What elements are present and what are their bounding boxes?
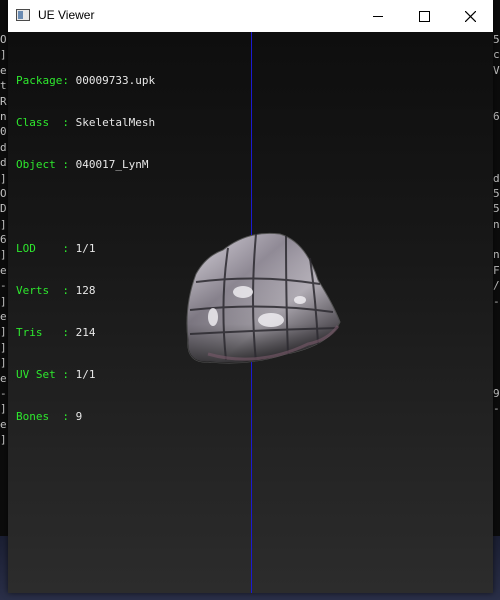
console-fragment: D <box>0 202 7 216</box>
background-console-left: O] e t Rn 0 d d] O D] 6] e -] e]]] e -] e] <box>0 32 8 592</box>
console-fragment: e <box>0 371 7 385</box>
console-fragment: 6 <box>0 233 7 247</box>
minimize-icon <box>373 15 383 17</box>
console-fragment <box>493 417 500 432</box>
console-fragment: - <box>493 294 500 308</box>
console-fragment: n <box>493 217 500 231</box>
console-fragment: ] <box>0 340 7 354</box>
console-fragment: 9 <box>493 386 500 400</box>
console-fragment <box>493 371 500 386</box>
background-console-right: 5 c V 6 d 5 5 n n F / -9- <box>493 32 500 592</box>
console-fragment: t <box>0 79 7 93</box>
ue-viewer-window: UE Viewer Package: 00009733.upk Class : … <box>8 0 493 593</box>
console-fragment: ] <box>0 325 7 339</box>
console-fragment: ] <box>0 48 7 62</box>
console-fragment <box>493 94 500 109</box>
console-fragment: - <box>0 386 7 400</box>
close-icon <box>464 10 476 22</box>
console-fragment <box>493 232 500 247</box>
info-package: Package: 00009733.upk <box>16 74 156 87</box>
title-bar[interactable]: UE Viewer <box>8 0 493 32</box>
console-fragment: d <box>493 171 500 185</box>
console-fragment: ] <box>0 294 7 308</box>
console-fragment: V <box>493 63 500 77</box>
console-fragment: ] <box>0 217 7 231</box>
console-fragment: e <box>0 310 7 324</box>
3d-viewport[interactable]: Package: 00009733.upk Class : SkeletalMe… <box>8 32 493 593</box>
console-fragment: ] <box>0 433 7 447</box>
info-verts: Verts : 128 <box>16 284 96 297</box>
console-fragment: 5 <box>493 186 500 200</box>
info-object: Object : 040017_LynM <box>16 158 149 171</box>
close-button[interactable] <box>447 0 493 32</box>
console-fragment: F <box>493 263 500 277</box>
console-fragment <box>493 340 500 355</box>
console-fragment <box>493 355 500 370</box>
console-fragment: ] <box>0 171 7 185</box>
console-fragment: O <box>0 33 7 46</box>
skeletal-mesh-render <box>186 232 341 364</box>
info-tris: Tris : 214 <box>16 326 96 339</box>
console-fragment: ] <box>0 356 7 370</box>
maximize-icon <box>418 10 430 22</box>
app-icon <box>16 9 30 21</box>
console-fragment <box>493 432 500 447</box>
console-fragment: - <box>493 402 500 416</box>
console-fragment <box>493 155 500 170</box>
maximize-button[interactable] <box>401 0 447 32</box>
console-fragment: / <box>493 279 500 293</box>
console-fragment: O <box>0 186 7 200</box>
console-fragment: 0 <box>0 125 7 139</box>
console-fragment: e <box>0 417 7 431</box>
console-fragment: n <box>493 248 500 262</box>
console-fragment: 6 <box>493 109 500 123</box>
console-fragment <box>493 309 500 324</box>
console-fragment: 5 <box>493 202 500 216</box>
console-fragment <box>493 78 500 93</box>
info-lod: LOD : 1/1 <box>16 242 96 255</box>
console-fragment: d <box>0 156 7 170</box>
console-fragment: 5 <box>493 33 500 46</box>
info-bones: Bones : 9 <box>16 410 83 423</box>
console-fragment: e <box>0 263 7 277</box>
console-fragment: - <box>0 279 7 293</box>
console-fragment: n <box>0 109 7 123</box>
console-fragment: c <box>493 48 500 62</box>
console-fragment: e <box>0 63 7 77</box>
console-fragment: ] <box>0 402 7 416</box>
console-fragment: ] <box>0 248 7 262</box>
minimize-button[interactable] <box>355 0 401 32</box>
console-fragment <box>493 124 500 139</box>
console-fragment <box>493 324 500 339</box>
window-title: UE Viewer <box>38 8 95 22</box>
console-fragment <box>493 140 500 155</box>
console-fragment: d <box>0 140 7 154</box>
info-class: Class : SkeletalMesh <box>16 116 156 129</box>
info-uvset: UV Set : 1/1 <box>16 368 96 381</box>
console-fragment: R <box>0 94 7 108</box>
mesh-info-overlay: Package: 00009733.upk Class : SkeletalMe… <box>16 46 155 452</box>
